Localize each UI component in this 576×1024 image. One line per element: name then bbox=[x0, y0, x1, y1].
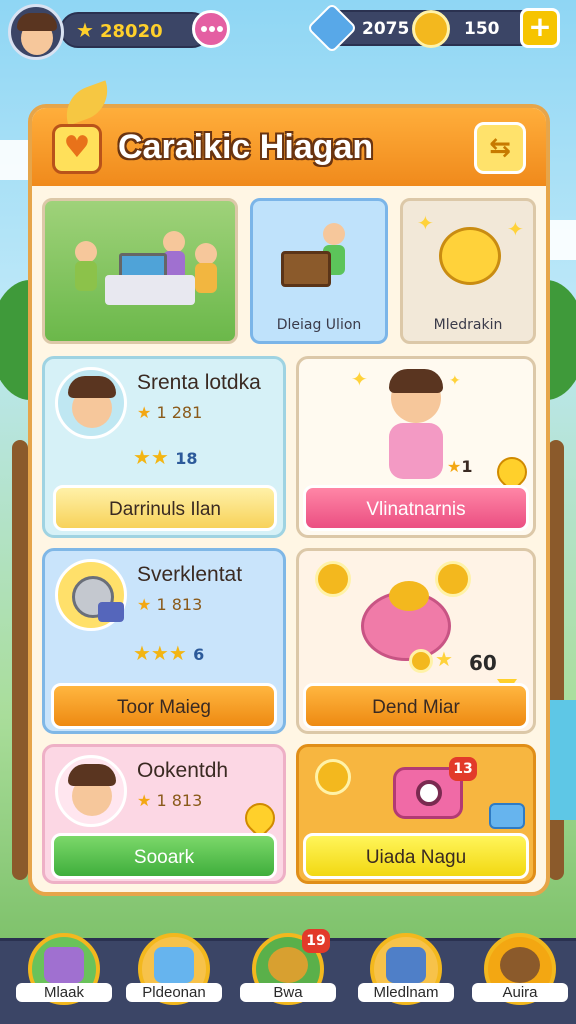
card-button[interactable]: Dend Miar bbox=[303, 683, 529, 729]
nav-item-bwa[interactable]: 19 Bwa bbox=[240, 929, 336, 1023]
card-name: Srenta lotdka bbox=[137, 371, 261, 394]
nav-item-pldeonan[interactable]: Pldeonan bbox=[126, 933, 222, 1023]
card-button[interactable]: Uiada Nagu bbox=[303, 833, 529, 879]
card-name: Ookentdh bbox=[137, 759, 229, 782]
top-bar: ★ 28020 2075 150 + bbox=[0, 0, 576, 60]
mascot-icon bbox=[439, 227, 501, 285]
card-rating: ★ 1 813 bbox=[137, 595, 203, 614]
item-count: 60 bbox=[469, 651, 497, 675]
coin-icon bbox=[412, 10, 450, 48]
panel-header: ♥ Caraikic Hiagan ⇆ bbox=[32, 80, 546, 186]
star-counter: ★ 28020 bbox=[60, 12, 210, 48]
star-count: 28020 bbox=[100, 21, 163, 42]
card-camera: 13 Uiada Nagu bbox=[296, 744, 536, 884]
card-character: Srenta lotdka ★ 1 281 ★★ 18 Darrinuls Il… bbox=[42, 356, 286, 538]
card-stars: ★★★ 6 bbox=[133, 641, 205, 665]
gold-icon bbox=[389, 581, 429, 611]
box-icon bbox=[44, 947, 84, 983]
coin-icon bbox=[315, 561, 351, 597]
card-character-2: Ookentdh ★ 1 813 Sooark bbox=[42, 744, 286, 884]
panel-title: Caraikic Hiagan bbox=[118, 128, 374, 166]
tile-label: Dleiag Ulion bbox=[276, 317, 362, 333]
gem-count: 2075 bbox=[362, 19, 410, 39]
card-rating: ★ 1 281 bbox=[137, 403, 203, 422]
add-currency-button[interactable]: + bbox=[520, 8, 560, 48]
coin-icon bbox=[435, 561, 471, 597]
card-rating: ★1 bbox=[447, 457, 473, 476]
bottom-nav: Mlaak Pldeonan 19 Bwa Mledlnam Auira bbox=[0, 929, 576, 1024]
tile-mascot[interactable]: ✦ ✦ Mledrakin bbox=[400, 198, 536, 344]
main-panel: ♥ Caraikic Hiagan ⇆ Dleiag Ulion ✦ ✦ Mle… bbox=[28, 80, 550, 896]
card-item: ★ 60 Dend Miar bbox=[296, 548, 536, 734]
tablet-icon bbox=[386, 947, 426, 983]
nav-item-mlaak[interactable]: Mlaak bbox=[16, 933, 112, 1023]
nav-label: Mlaak bbox=[16, 983, 112, 1002]
nav-item-mledlnam[interactable]: Mledlnam bbox=[358, 933, 454, 1023]
nav-label: Bwa bbox=[240, 983, 336, 1002]
avatar bbox=[55, 367, 127, 439]
locker-icon bbox=[154, 947, 194, 983]
card-rating: ★ 1 813 bbox=[137, 791, 203, 810]
nav-label: Mledlnam bbox=[358, 983, 454, 1002]
leaf-icon bbox=[58, 80, 116, 126]
nav-item-auira[interactable]: Auira bbox=[472, 933, 568, 1023]
coin-count: 150 bbox=[464, 19, 500, 39]
robot-icon bbox=[55, 559, 127, 631]
gem-icon bbox=[306, 2, 358, 54]
avatar bbox=[55, 755, 127, 827]
player-avatar[interactable] bbox=[8, 4, 64, 60]
coin-icon bbox=[409, 649, 433, 673]
crate-icon bbox=[281, 251, 331, 287]
tile-lab[interactable] bbox=[42, 198, 238, 344]
nav-label: Pldeonan bbox=[126, 983, 222, 1002]
bear-icon bbox=[500, 947, 540, 983]
nav-label: Auira bbox=[472, 983, 568, 1002]
heart-icon: ♥ bbox=[52, 124, 102, 174]
card-button[interactable]: Sooark bbox=[51, 833, 277, 879]
tile-label: Mledrakin bbox=[433, 317, 503, 333]
notification-badge: 19 bbox=[302, 929, 330, 953]
card-boy: ✦ ✦ ★1 Vlinatnarnis bbox=[296, 356, 536, 538]
plus-icon bbox=[489, 803, 525, 829]
card-name: Sverklentat bbox=[137, 563, 243, 586]
tile-delivery[interactable]: Dleiag Ulion bbox=[250, 198, 388, 344]
menu-button[interactable] bbox=[192, 10, 230, 48]
resource-counter: 2075 150 bbox=[306, 2, 542, 54]
card-button[interactable]: Vlinatnarnis bbox=[303, 485, 529, 531]
star-icon: ★ bbox=[76, 18, 94, 42]
notification-badge: 13 bbox=[449, 757, 477, 781]
card-robot: Sverklentat ★ 1 813 ★★★ 6 Toor Maieg bbox=[42, 548, 286, 734]
gear-icon bbox=[268, 947, 308, 983]
boy-character bbox=[381, 369, 451, 483]
card-stars: ★★ 18 bbox=[133, 445, 198, 469]
swap-button[interactable]: ⇆ bbox=[474, 122, 526, 174]
card-button[interactable]: Toor Maieg bbox=[51, 683, 277, 729]
coin-icon bbox=[315, 759, 351, 795]
card-button[interactable]: Darrinuls Ilan bbox=[53, 485, 277, 531]
